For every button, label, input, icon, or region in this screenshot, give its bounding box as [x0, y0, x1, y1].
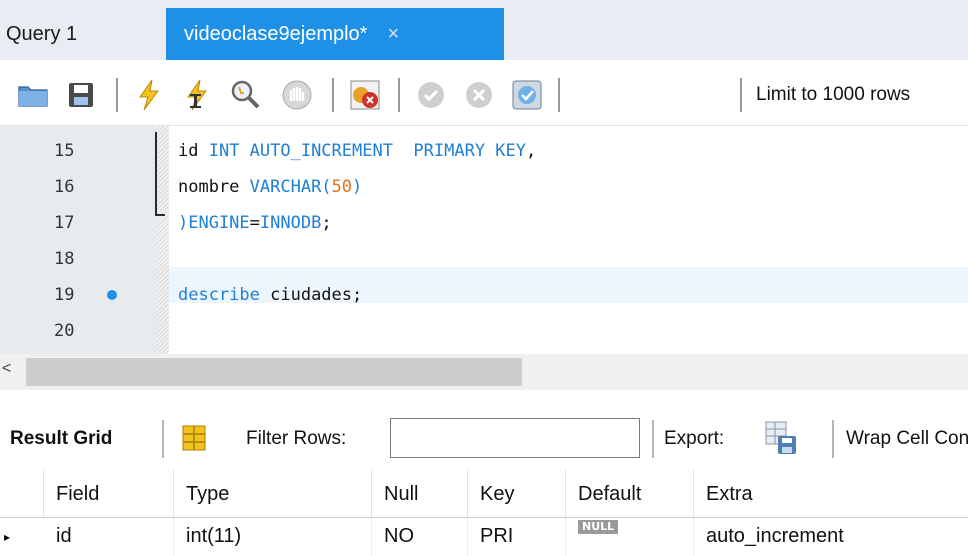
code-token: )	[352, 177, 363, 197]
tab-query-1[interactable]: Query 1	[0, 8, 166, 60]
line-number: 18	[54, 249, 75, 269]
toggle-error-icon[interactable]	[348, 78, 382, 112]
toolbar-separator	[740, 78, 742, 112]
tab-videoclase9ejemplo[interactable]: videoclase9ejemplo* ×	[166, 8, 504, 60]
null-badge: NULL	[578, 520, 619, 534]
filter-rows-label: Filter Rows:	[246, 428, 347, 449]
column-header-type[interactable]: Type	[174, 470, 372, 518]
code-token: nombre	[178, 177, 250, 197]
toolbar-separator	[162, 420, 164, 458]
row-header-corner	[0, 470, 44, 518]
line-number: 15	[54, 141, 75, 161]
code-line[interactable]: id INT AUTO_INCREMENT PRIMARY KEY,	[178, 134, 536, 168]
code-token: ;	[321, 213, 332, 233]
tab-label: videoclase9ejemplo*	[184, 22, 368, 45]
code-line[interactable]: describe ciudades;	[178, 278, 362, 312]
column-header-extra[interactable]: Extra	[694, 470, 968, 518]
cell-type[interactable]: int(11)	[174, 518, 372, 556]
code-token: ,	[526, 141, 537, 161]
horizontal-scrollbar[interactable]: <	[0, 354, 968, 390]
code-token: 50	[331, 177, 353, 197]
toolbar-separator	[832, 420, 834, 458]
code-token: =	[249, 213, 260, 233]
sql-editor[interactable]: 15 id INT AUTO_INCREMENT PRIMARY KEY, 16 no…	[0, 126, 968, 354]
result-grid: Field Type Null Key Default Extra ▸ id i…	[0, 470, 968, 556]
column-header-default[interactable]: Default	[566, 470, 694, 518]
toolbar-separator	[116, 78, 118, 112]
tab-bar-empty-area	[504, 8, 968, 60]
result-grid-tab[interactable]: Result Grid	[10, 428, 112, 450]
scrollbar-thumb[interactable]	[26, 358, 522, 386]
open-folder-icon[interactable]	[16, 78, 50, 112]
close-icon[interactable]: ×	[387, 23, 399, 46]
autocommit-icon[interactable]	[510, 78, 544, 112]
code-line[interactable]: nombre VARCHAR(50)	[178, 170, 362, 204]
column-header-key[interactable]: Key	[468, 470, 566, 518]
wrap-cell-content-toggle[interactable]: Wrap Cell Content	[846, 428, 968, 450]
fold-bracket	[155, 132, 165, 216]
rollback-icon[interactable]	[462, 78, 496, 112]
column-header-null[interactable]: Null	[372, 470, 468, 518]
editor-tab-bar: Query 1 videoclase9ejemplo* ×	[0, 0, 968, 60]
code-token: describe	[178, 285, 271, 305]
row-selector-icon[interactable]: ▸	[0, 518, 44, 556]
toolbar-separator	[398, 78, 400, 112]
save-icon[interactable]	[64, 78, 98, 112]
sql-editor-toolbar: Limit to 1000 rows	[0, 64, 968, 126]
export-label: Export:	[664, 428, 725, 449]
tab-label: Query 1	[6, 22, 78, 45]
result-toolbar: Result Grid Filter Rows: Export: Wrap Ce…	[0, 408, 968, 470]
code-token: )ENGINE	[178, 213, 250, 233]
execute-lightning-icon[interactable]	[132, 78, 166, 112]
toolbar-separator	[332, 78, 334, 112]
execute-cursor-lightning-icon[interactable]	[180, 78, 214, 112]
line-number: 16	[54, 177, 75, 197]
cell-field[interactable]: id	[44, 518, 174, 556]
cell-key[interactable]: PRI	[468, 518, 566, 556]
breakpoint-dot-icon[interactable]	[107, 290, 117, 300]
line-number: 19	[54, 285, 75, 305]
filter-rows-input[interactable]	[390, 418, 640, 458]
code-token: INT AUTO_INCREMENT PRIMARY KEY	[208, 141, 526, 161]
cell-extra[interactable]: auto_increment	[694, 518, 968, 556]
line-number: 20	[54, 321, 75, 341]
code-token: id	[178, 141, 209, 161]
toolbar-separator	[558, 78, 560, 112]
code-line[interactable]: )ENGINE=INNODB;	[178, 206, 332, 240]
toolbar-separator	[652, 420, 654, 458]
code-token: ciudades;	[270, 285, 363, 305]
code-token: VARCHAR(	[249, 177, 332, 197]
code-token: INNODB	[259, 213, 322, 233]
line-number: 17	[54, 213, 75, 233]
limit-rows-dropdown[interactable]: Limit to 1000 rows	[756, 84, 968, 112]
stop-icon[interactable]	[280, 78, 314, 112]
form-editor-icon[interactable]	[180, 422, 208, 454]
explain-magnifier-icon[interactable]	[228, 78, 262, 112]
column-header-field[interactable]: Field	[44, 470, 174, 518]
cell-default[interactable]: NULL	[566, 518, 694, 556]
commit-icon[interactable]	[414, 78, 448, 112]
export-icon[interactable]	[764, 420, 798, 456]
scroll-left-icon[interactable]: <	[2, 360, 11, 378]
cell-null[interactable]: NO	[372, 518, 468, 556]
